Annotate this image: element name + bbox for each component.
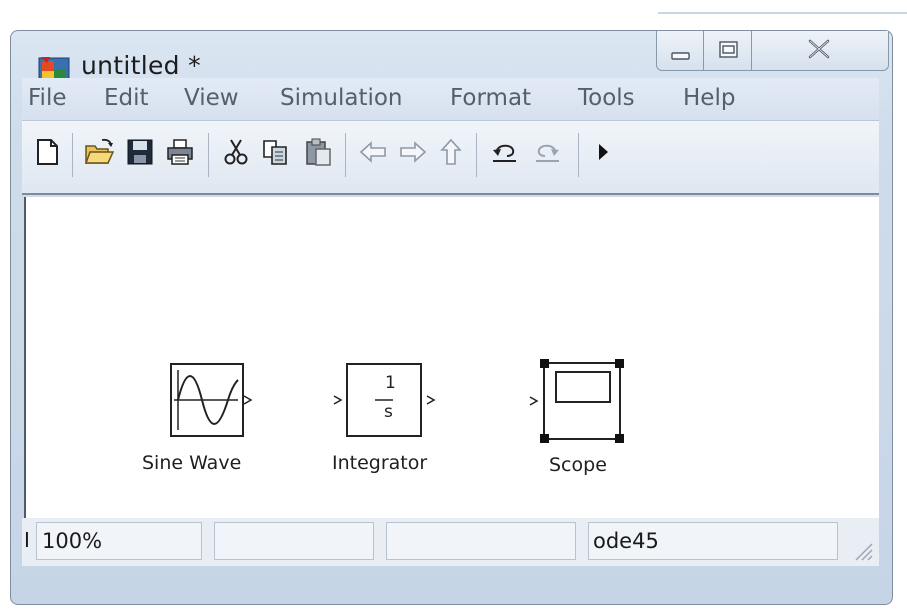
save-icon[interactable] — [125, 137, 155, 167]
scope-label: Scope — [549, 454, 607, 476]
toolbar-separator — [345, 133, 346, 177]
menu-bar: File Edit View Simulation Format Tools H… — [22, 78, 879, 121]
toolbar-separator — [208, 133, 209, 177]
menu-file[interactable]: File — [28, 85, 67, 111]
integrator-numerator: 1 — [385, 373, 396, 393]
forward-arrow-icon[interactable] — [398, 137, 428, 167]
undo-icon[interactable] — [489, 137, 519, 167]
back-arrow-icon[interactable] — [358, 137, 388, 167]
status-left-glyph: I — [24, 528, 30, 552]
toolbar-separator — [578, 133, 579, 177]
scope-block[interactable] — [528, 355, 634, 451]
close-icon — [808, 39, 830, 59]
copy-icon[interactable] — [261, 137, 291, 167]
print-icon[interactable] — [165, 137, 195, 167]
zoom-pane: 100% — [36, 522, 202, 560]
redo-icon[interactable] — [533, 137, 563, 167]
close-button[interactable] — [752, 31, 889, 71]
start-simulation-icon[interactable] — [588, 137, 618, 167]
sine-wave-block[interactable] — [156, 362, 266, 444]
menu-simulation[interactable]: Simulation — [280, 85, 403, 111]
minimize-icon — [671, 52, 690, 60]
window-controls — [656, 31, 889, 73]
zoom-level: 100% — [42, 529, 103, 553]
maximize-button[interactable] — [704, 31, 752, 71]
solver-pane: ode45 — [588, 522, 838, 560]
sine-wave-label: Sine Wave — [142, 452, 242, 474]
menu-help[interactable]: Help — [683, 85, 735, 111]
open-folder-icon[interactable] — [84, 137, 114, 167]
status-pane — [386, 522, 576, 560]
up-arrow-icon[interactable] — [436, 137, 466, 167]
integrator-label: Integrator — [332, 452, 428, 474]
menu-format[interactable]: Format — [450, 85, 531, 111]
status-pane — [214, 522, 374, 560]
integrator-denominator: s — [384, 402, 393, 422]
solver-name: ode45 — [593, 529, 659, 553]
minimize-button[interactable] — [656, 31, 704, 71]
menu-view[interactable]: View — [184, 85, 239, 111]
menu-tools[interactable]: Tools — [578, 85, 635, 111]
toolbar-separator — [72, 133, 73, 177]
resize-grip-icon[interactable] — [852, 540, 874, 562]
toolbar — [22, 121, 879, 195]
background-line — [658, 12, 907, 14]
maximize-icon — [719, 41, 738, 58]
window-title: untitled * — [81, 51, 201, 80]
model-canvas[interactable]: Sine Wave 1 s Integrator Scope — [24, 197, 879, 533]
menu-edit[interactable]: Edit — [104, 85, 149, 111]
status-bar: I 100% ode45 — [22, 518, 879, 566]
cut-icon[interactable] — [221, 137, 251, 167]
toolbar-separator — [476, 133, 477, 177]
paste-icon[interactable] — [303, 137, 333, 167]
new-file-icon[interactable] — [32, 137, 62, 167]
